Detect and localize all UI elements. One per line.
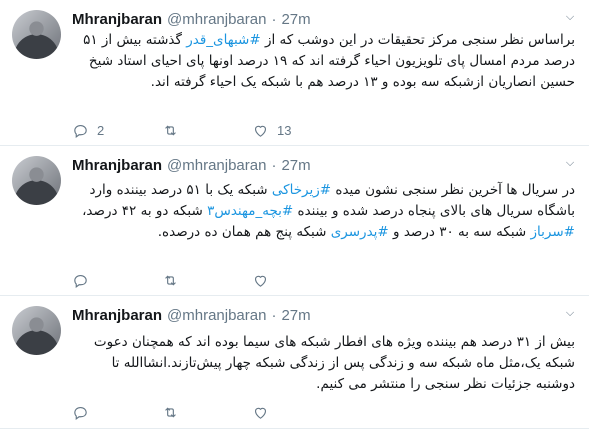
tweet[interactable]: Mhranjbaran @mhranjbaran · 27m ⌵ براساس … bbox=[0, 0, 589, 146]
hashtag-link[interactable]: #زیرخاکی bbox=[272, 182, 331, 198]
author-name[interactable]: Mhranjbaran bbox=[72, 307, 162, 324]
chevron-down-icon[interactable]: ⌵ bbox=[563, 306, 577, 320]
timestamp[interactable]: 27m bbox=[281, 307, 310, 324]
heart-icon bbox=[254, 275, 267, 287]
heart-icon bbox=[254, 125, 267, 137]
hashtag-link[interactable]: #بچه_مهندس۳ bbox=[207, 203, 293, 219]
tweet-actions: 2 13 bbox=[72, 120, 342, 140]
author-handle[interactable]: @mhranjbaran bbox=[167, 11, 266, 28]
tweet-header: Mhranjbaran @mhranjbaran · 27m bbox=[72, 8, 311, 30]
tweet-text: براساس نظر سنجی مرکز تحقیقات در این دوشب… bbox=[72, 30, 575, 93]
retweet-icon bbox=[165, 124, 176, 136]
text-segment: شبکه پنج هم همان ده درصده. bbox=[157, 224, 331, 240]
retweet-icon bbox=[165, 274, 176, 286]
tweet-text: در سریال ها آخرین نظر سنجی نشون میده #زی… bbox=[72, 180, 575, 243]
author-handle[interactable]: @mhranjbaran bbox=[167, 307, 266, 324]
text-segment: شبکه دو به ۴۲ درصد، bbox=[82, 203, 208, 219]
like-button[interactable] bbox=[252, 272, 342, 289]
tweet-text: بیش از ۳۱ درصد هم بیننده ویژه های افطار … bbox=[72, 332, 575, 395]
text-segment: بیش از ۳۱ درصد هم بیننده ویژه های افطار … bbox=[93, 334, 575, 392]
retweet-button[interactable] bbox=[162, 404, 252, 421]
reply-icon bbox=[74, 406, 87, 420]
avatar[interactable] bbox=[12, 10, 61, 59]
tweet-header: Mhranjbaran @mhranjbaran · 27m bbox=[72, 154, 311, 176]
timestamp[interactable]: 27m bbox=[281, 157, 310, 174]
tweet[interactable]: Mhranjbaran @mhranjbaran · 27m ⌵ در سریا… bbox=[0, 146, 589, 296]
chevron-down-icon[interactable]: ⌵ bbox=[563, 156, 577, 170]
retweet-button[interactable] bbox=[162, 122, 252, 139]
hashtag-link[interactable]: #پدرسری bbox=[331, 224, 389, 240]
text-segment: شبکه سه به ۳۰ درصد و bbox=[388, 224, 531, 240]
tweet-thread: Mhranjbaran @mhranjbaran · 27m ⌵ براساس … bbox=[0, 0, 589, 429]
text-segment: براساس نظر سنجی مرکز تحقیقات در این دوشب… bbox=[260, 32, 575, 48]
reply-button[interactable]: 2 bbox=[72, 122, 162, 139]
reply-button[interactable] bbox=[72, 404, 162, 421]
reply-icon bbox=[74, 124, 87, 138]
text-segment: در سریال ها آخرین نظر سنجی نشون میده bbox=[331, 182, 575, 198]
separator-dot: · bbox=[271, 10, 277, 28]
hashtag-link[interactable]: #شبهای_قدر bbox=[186, 32, 260, 48]
reply-icon bbox=[74, 274, 87, 288]
heart-icon bbox=[254, 407, 267, 419]
author-handle[interactable]: @mhranjbaran bbox=[167, 157, 266, 174]
avatar[interactable] bbox=[12, 156, 61, 205]
chevron-down-icon[interactable]: ⌵ bbox=[563, 10, 577, 24]
like-button[interactable]: 13 bbox=[252, 122, 342, 139]
reply-button[interactable] bbox=[72, 272, 162, 289]
hashtag-link[interactable]: #سرباز bbox=[531, 224, 575, 240]
tweet-actions bbox=[72, 270, 342, 290]
retweet-button[interactable] bbox=[162, 272, 252, 289]
retweet-icon bbox=[165, 406, 176, 418]
author-name[interactable]: Mhranjbaran bbox=[72, 11, 162, 28]
tweet-header: Mhranjbaran @mhranjbaran · 27m bbox=[72, 304, 311, 326]
tweet-actions bbox=[72, 402, 342, 422]
author-name[interactable]: Mhranjbaran bbox=[72, 157, 162, 174]
tweet[interactable]: Mhranjbaran @mhranjbaran · 27m ⌵ بیش از … bbox=[0, 296, 589, 429]
reply-count: 2 bbox=[97, 122, 105, 138]
separator-dot: · bbox=[271, 306, 277, 324]
like-count: 13 bbox=[277, 122, 292, 138]
avatar[interactable] bbox=[12, 306, 61, 355]
separator-dot: · bbox=[271, 156, 277, 174]
timestamp[interactable]: 27m bbox=[281, 11, 310, 28]
like-button[interactable] bbox=[252, 404, 342, 421]
